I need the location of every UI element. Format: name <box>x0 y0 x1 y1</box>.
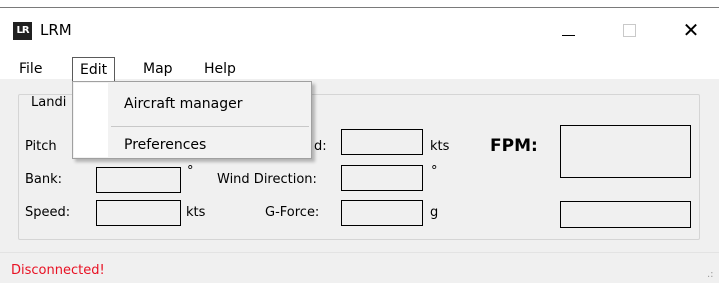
lrm-app-icon: LR <box>13 22 32 40</box>
close-button[interactable]: ✕ <box>668 14 714 46</box>
speed-field[interactable] <box>96 200 181 226</box>
wind-direction-field[interactable] <box>341 165 423 191</box>
menu-help[interactable]: Help <box>197 60 243 80</box>
wind-direction-unit: ° <box>431 164 438 179</box>
landing-group-label: Landi <box>29 95 69 110</box>
gforce-field[interactable] <box>341 200 423 226</box>
secondary-field[interactable] <box>560 201 691 228</box>
connection-status: Disconnected! <box>11 263 105 278</box>
resize-grip-icon[interactable]: .: <box>707 270 714 280</box>
wind-direction-label: Wind Direction: <box>217 172 317 187</box>
fpm-field[interactable] <box>560 125 691 178</box>
bank-label: Bank: <box>25 172 63 187</box>
status-bar <box>0 252 719 283</box>
wind-speed-label: d: <box>314 139 327 154</box>
menu-separator <box>111 126 309 127</box>
minimize-button[interactable] <box>545 14 591 46</box>
menu-item-preferences[interactable]: Preferences <box>124 137 206 153</box>
fpm-label: FPM: <box>490 136 538 156</box>
dropdown-icon-gutter <box>74 83 108 157</box>
menu-map[interactable]: Map <box>136 60 180 80</box>
menu-item-aircraft-manager[interactable]: Aircraft manager <box>124 96 243 112</box>
menu-file[interactable]: File <box>12 60 49 80</box>
pitch-label: Pitch <box>25 139 57 154</box>
speed-label: Speed: <box>25 205 71 220</box>
maximize-button[interactable] <box>604 14 650 46</box>
gforce-label: G-Force: <box>265 205 320 220</box>
speed-unit: kts <box>186 205 206 220</box>
menu-edit[interactable]: Edit <box>72 57 116 82</box>
bank-field[interactable] <box>96 167 181 193</box>
wind-speed-unit: kts <box>430 139 450 154</box>
gforce-unit: g <box>430 205 439 220</box>
bank-unit: ° <box>187 164 194 179</box>
window-title: LRM <box>40 21 72 39</box>
wind-speed-field[interactable] <box>341 129 423 155</box>
edit-dropdown-menu: Aircraft manager Preferences <box>72 81 312 159</box>
